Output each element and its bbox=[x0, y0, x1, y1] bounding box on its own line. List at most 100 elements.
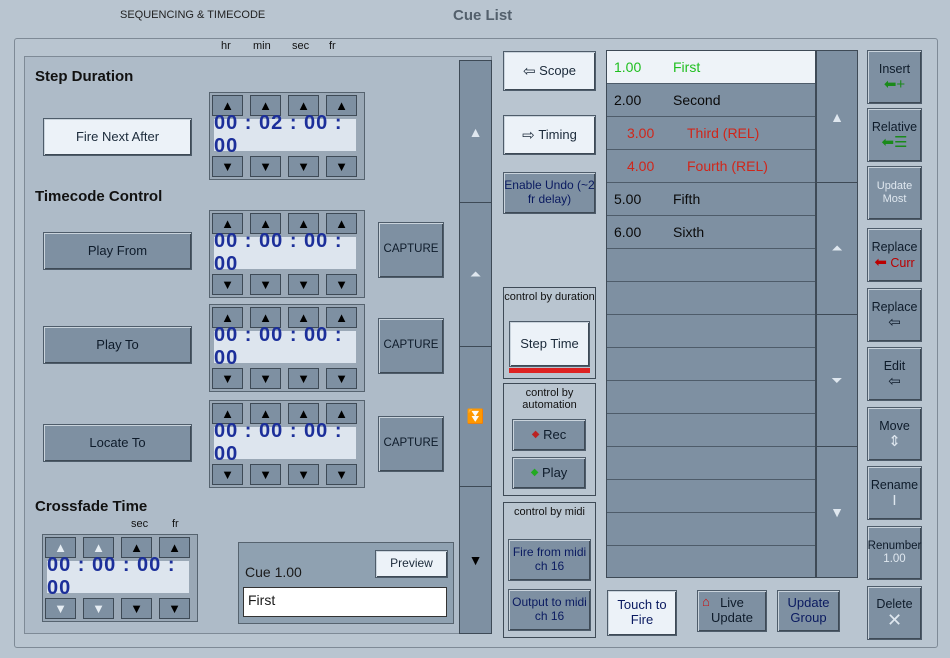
play-led-icon: ◆ bbox=[530, 467, 539, 479]
step-duration-value[interactable]: 00 : 02 : 00 : 00 bbox=[214, 112, 356, 157]
cue-row[interactable]: 4.00 Fourth (REL) bbox=[607, 150, 815, 183]
cue-scroll-page-down-icon[interactable]: ⏷ bbox=[817, 315, 857, 447]
delete-button[interactable]: Delete ✕ bbox=[867, 586, 922, 640]
play-to-value[interactable]: 00 : 00 : 00 : 00 bbox=[214, 324, 356, 369]
cue-scrollbar[interactable]: ▲ ⏶ ⏷ ▼ bbox=[816, 50, 858, 578]
scope-button[interactable]: ⇦ Scope bbox=[503, 51, 596, 91]
left-scrollbar[interactable]: ▲ ⏶ ⏬ ▼ bbox=[459, 60, 492, 634]
replace-curr-label: Replace bbox=[871, 240, 918, 255]
cue-scroll-page-up-icon[interactable]: ⏶ bbox=[817, 183, 857, 315]
enable-undo-button[interactable]: Enable Undo (~2 fr delay) bbox=[503, 172, 596, 214]
renumber-button[interactable]: Renumber 1.00 bbox=[867, 526, 922, 580]
empty-row[interactable] bbox=[607, 381, 815, 414]
edit-button[interactable]: Edit ⇦ bbox=[867, 347, 922, 401]
fr-down-arrow-icon[interactable]: ▼ bbox=[326, 156, 357, 177]
empty-row[interactable] bbox=[607, 414, 815, 447]
down-arrow-icon[interactable]: ▼ bbox=[250, 274, 281, 295]
hr-down-arrow-icon[interactable]: ▼ bbox=[212, 156, 243, 177]
scroll-down-icon[interactable]: ▼ bbox=[460, 487, 491, 633]
page-title: Cue List bbox=[453, 7, 513, 24]
down-arrow-icon[interactable]: ▼ bbox=[159, 598, 190, 619]
insert-button[interactable]: Insert ⬅+ bbox=[867, 50, 922, 104]
min-down-arrow-icon[interactable]: ▼ bbox=[250, 156, 281, 177]
down-arrow-icon[interactable]: ▼ bbox=[326, 368, 357, 389]
play-from-button[interactable]: Play From bbox=[43, 232, 192, 270]
crossfade-value[interactable]: 00 : 00 : 00 : 00 bbox=[47, 554, 189, 599]
scroll-up-icon[interactable]: ▲ bbox=[460, 61, 491, 203]
replace-button[interactable]: Replace ⇦ bbox=[867, 288, 922, 342]
crossfade-fr-label: fr bbox=[172, 518, 179, 530]
empty-row[interactable] bbox=[607, 315, 815, 348]
cue-list[interactable]: 1.00 First 2.00 Second 3.00 Third (REL) … bbox=[606, 50, 816, 578]
relative-button[interactable]: Relative ⬅☰ bbox=[867, 108, 922, 162]
capture-locate-to-button[interactable]: CAPTURE bbox=[378, 416, 444, 472]
home-icon: ⌂ bbox=[702, 594, 710, 609]
cue-scroll-down-icon[interactable]: ▼ bbox=[817, 447, 857, 577]
cue-number: 5.00 bbox=[614, 191, 642, 207]
fr-label: fr bbox=[329, 40, 336, 52]
play-from-timecode: ▲ ▲ ▲ ▲ 00 : 00 : 00 : 00 ▼ ▼ ▼ ▼ bbox=[209, 210, 365, 298]
down-arrow-icon[interactable]: ▼ bbox=[212, 368, 243, 389]
capture-play-from-button[interactable]: CAPTURE bbox=[378, 222, 444, 278]
cue-row[interactable]: 5.00 Fifth bbox=[607, 183, 815, 216]
touch-to-fire-button[interactable]: Touch to Fire bbox=[607, 590, 677, 636]
fire-next-after-button[interactable]: Fire Next After bbox=[43, 118, 192, 156]
empty-row[interactable] bbox=[607, 513, 815, 546]
down-arrow-icon[interactable]: ▼ bbox=[121, 598, 152, 619]
down-arrow-icon[interactable]: ▼ bbox=[212, 274, 243, 295]
cue-row[interactable]: 2.00 Second bbox=[607, 84, 815, 117]
cue-row[interactable]: 6.00 Sixth bbox=[607, 216, 815, 249]
play-to-button[interactable]: Play To bbox=[43, 326, 192, 364]
cue-row[interactable]: 3.00 Third (REL) bbox=[607, 117, 815, 150]
edit-arrow-icon: ⇦ bbox=[888, 372, 901, 390]
update-group-button[interactable]: Update Group bbox=[777, 590, 840, 632]
play-button[interactable]: ◆ Play bbox=[512, 457, 586, 489]
curr-label: Curr bbox=[890, 255, 915, 270]
down-arrow-icon[interactable]: ▼ bbox=[250, 368, 281, 389]
preview-button[interactable]: Preview bbox=[375, 550, 448, 578]
down-arrow-icon[interactable]: ▼ bbox=[326, 274, 357, 295]
cue-scroll-up-icon[interactable]: ▲ bbox=[817, 51, 857, 183]
output-to-midi-button[interactable]: Output to midi ch 16 bbox=[508, 589, 591, 631]
rename-button[interactable]: Rename I bbox=[867, 466, 922, 520]
empty-row[interactable] bbox=[607, 282, 815, 315]
play-from-value[interactable]: 00 : 00 : 00 : 00 bbox=[214, 230, 356, 275]
empty-row[interactable] bbox=[607, 348, 815, 381]
empty-row[interactable] bbox=[607, 480, 815, 513]
empty-row[interactable] bbox=[607, 447, 815, 480]
cue-name-field[interactable]: First bbox=[243, 587, 447, 617]
down-arrow-icon[interactable]: ▼ bbox=[288, 274, 319, 295]
locate-to-button[interactable]: Locate To bbox=[43, 424, 192, 462]
empty-row[interactable] bbox=[607, 546, 815, 577]
update-label: Update bbox=[876, 180, 913, 193]
scroll-page-down-icon[interactable]: ⏬ bbox=[460, 347, 491, 487]
down-arrow-icon[interactable]: ▼ bbox=[212, 464, 243, 485]
cue-number: 1.00 bbox=[614, 59, 642, 75]
scroll-page-up-icon[interactable]: ⏶ bbox=[460, 203, 491, 347]
down-arrow-icon[interactable]: ▼ bbox=[288, 464, 319, 485]
delete-label: Delete bbox=[876, 596, 913, 611]
sec-down-arrow-icon[interactable]: ▼ bbox=[288, 156, 319, 177]
down-arrow-icon[interactable]: ▼ bbox=[326, 464, 357, 485]
section-tab[interactable]: SEQUENCING & TIMECODE bbox=[120, 9, 265, 21]
cue-row[interactable]: 1.00 First bbox=[607, 51, 815, 84]
down-arrow-icon[interactable]: ▼ bbox=[288, 368, 319, 389]
move-button[interactable]: Move ⇕ bbox=[867, 407, 922, 461]
replace-curr-button[interactable]: Replace ⬅ Curr bbox=[867, 228, 922, 282]
renumber-value: 1.00 bbox=[883, 553, 906, 565]
step-time-button[interactable]: Step Time bbox=[509, 321, 590, 367]
scope-label: Scope bbox=[539, 62, 577, 78]
most-label: Most bbox=[882, 193, 907, 205]
cue-number: 3.00 bbox=[627, 125, 655, 141]
rec-button[interactable]: ◆ Rec bbox=[512, 419, 586, 451]
timing-button[interactable]: ⇨ Timing bbox=[503, 115, 596, 155]
capture-play-to-button[interactable]: CAPTURE bbox=[378, 318, 444, 374]
locate-to-value[interactable]: 00 : 00 : 00 : 00 bbox=[214, 420, 356, 465]
down-arrow-icon[interactable]: ▼ bbox=[250, 464, 281, 485]
cue-name: Fourth (REL) bbox=[687, 158, 768, 174]
fire-from-midi-button[interactable]: Fire from midi ch 16 bbox=[508, 539, 591, 581]
down-arrow-icon: ▼ bbox=[83, 598, 114, 619]
hr-label: hr bbox=[221, 40, 231, 52]
step-duration-timecode: ▲ ▲ ▲ ▲ 00 : 02 : 00 : 00 ▼ ▼ ▼ ▼ bbox=[209, 92, 365, 180]
empty-row[interactable] bbox=[607, 249, 815, 282]
